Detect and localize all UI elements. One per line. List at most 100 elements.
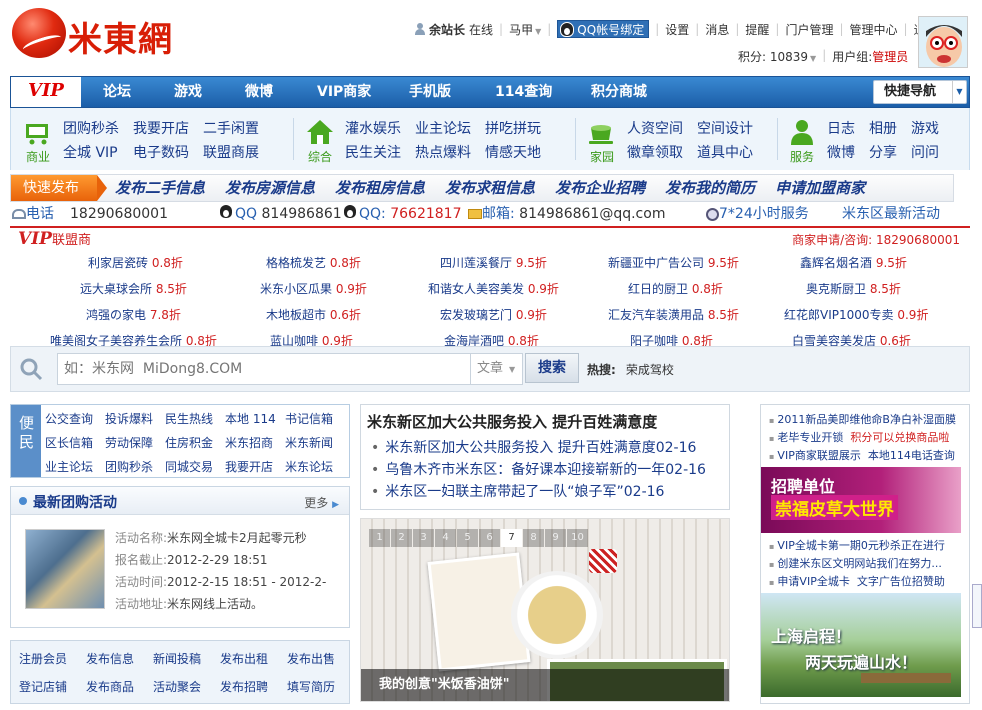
merchant-link[interactable]: 奥克斯厨卫 8.5折: [806, 280, 901, 297]
slider-page[interactable]: 10: [567, 529, 588, 547]
more-link[interactable]: 更多 ▶: [304, 494, 339, 511]
quick-action-link[interactable]: 发布出租: [220, 645, 287, 673]
sidebar-link[interactable]: 老毕专业开锁: [777, 431, 843, 444]
site-logo[interactable]: 米東網: [10, 6, 200, 60]
link-portal-admin[interactable]: 门户管理: [785, 21, 833, 38]
latest-activity-link[interactable]: 米东区最新活动: [842, 204, 940, 224]
nav-item-weibo[interactable]: 微博: [245, 77, 273, 107]
quick-nav-button[interactable]: 快捷导航 ▼: [873, 80, 967, 104]
category-label[interactable]: 综合: [305, 148, 335, 165]
category-label[interactable]: 服务: [787, 148, 817, 165]
merchant-link[interactable]: 米东小区瓜果 0.9折: [260, 280, 367, 297]
slider-page[interactable]: 5: [457, 529, 478, 547]
cat-link[interactable]: 电子数码: [133, 142, 189, 166]
link-reminders[interactable]: 提醒: [745, 21, 769, 38]
cat-link[interactable]: 问问: [911, 142, 939, 166]
news-item[interactable]: 米东新区加大公共服务投入 提升百姓满意度02-16: [371, 437, 706, 459]
merchant-link[interactable]: 和谐女人美容美发 0.9折: [428, 280, 559, 297]
cat-link[interactable]: 业主论坛: [415, 118, 471, 142]
merchant-link[interactable]: 汇友汽车装潢用品 8.5折: [608, 306, 739, 323]
merchant-link[interactable]: 阳子咖啡 0.8折: [630, 332, 713, 346]
convenience-link[interactable]: 米东招商: [225, 431, 285, 455]
nav-item-forum[interactable]: 论坛: [103, 77, 131, 107]
slider-page[interactable]: 8: [523, 529, 544, 547]
convenience-link[interactable]: 劳动保障: [105, 431, 165, 455]
sidebar-link[interactable]: VIP全城卡第一期0元秒杀正在进行: [769, 537, 944, 553]
convenience-link[interactable]: 区长信箱: [45, 431, 105, 455]
sidebar-link[interactable]: VIP商家联盟展示: [777, 449, 860, 462]
quick-action-link[interactable]: 发布出售: [287, 645, 354, 673]
slider-page[interactable]: 3: [413, 529, 434, 547]
merchant-link[interactable]: 木地板超市 0.6折: [266, 306, 361, 323]
search-type-select[interactable]: 文章 ▼: [471, 353, 523, 385]
score-dropdown[interactable]: 积分: 10839 ▼: [738, 48, 816, 65]
slider-page[interactable]: 9: [545, 529, 566, 547]
publish-link[interactable]: 发布租房信息: [335, 175, 425, 201]
publish-link[interactable]: 申请加盟商家: [775, 175, 865, 201]
floating-side-tab[interactable]: [972, 584, 982, 628]
link-messages[interactable]: 消息: [705, 21, 729, 38]
convenience-link[interactable]: 我要开店: [225, 455, 285, 479]
sidebar-link[interactable]: 申请VIP全城卡: [777, 575, 849, 588]
nav-item-points-mall[interactable]: 积分商城: [591, 77, 647, 107]
sidebar-link[interactable]: 创建米东区文明网站我们在努力...: [769, 555, 942, 571]
avatar[interactable]: [918, 16, 968, 68]
recruit-ad-banner[interactable]: 招聘单位 崇福皮草大世界: [761, 467, 961, 533]
cat-link[interactable]: 相册: [869, 118, 897, 142]
convenience-link[interactable]: 同城交易: [165, 455, 225, 479]
cat-link[interactable]: 热点爆料: [415, 142, 471, 166]
category-label[interactable]: 家园: [587, 148, 617, 165]
nav-item-games[interactable]: 游戏: [174, 77, 202, 107]
slider-page-active[interactable]: 7: [501, 529, 522, 547]
convenience-link[interactable]: 书记信箱: [285, 407, 345, 431]
cat-link[interactable]: 我要开店: [133, 118, 189, 142]
publish-link[interactable]: 发布二手信息: [115, 175, 205, 201]
cat-link[interactable]: 空间设计: [697, 118, 753, 142]
cat-link[interactable]: 人资空间: [627, 118, 683, 142]
cat-link[interactable]: 道具中心: [697, 142, 753, 166]
news-item[interactable]: 乌鲁木齐市米东区：备好课本迎接崭新的一年02-16: [371, 459, 706, 481]
cat-link[interactable]: 分享: [869, 142, 897, 166]
link-settings[interactable]: 设置: [665, 21, 689, 38]
convenience-link[interactable]: 米东论坛: [285, 455, 345, 479]
convenience-link[interactable]: 公交查询: [45, 407, 105, 431]
cat-link[interactable]: 微博: [827, 142, 855, 166]
slider-page[interactable]: 2: [391, 529, 412, 547]
quick-action-link[interactable]: 发布信息: [86, 645, 153, 673]
cat-link[interactable]: 日志: [827, 118, 855, 142]
quick-action-link[interactable]: 活动聚会: [153, 673, 220, 701]
merchant-link[interactable]: 鸿强の家电 7.8折: [86, 306, 181, 323]
category-label[interactable]: 商业: [23, 148, 53, 165]
merchant-link[interactable]: 鑫辉名烟名酒 9.5折: [800, 254, 907, 271]
convenience-link[interactable]: 业主论坛: [45, 455, 105, 479]
link-admin-center[interactable]: 管理中心: [850, 21, 898, 38]
hot-word-link[interactable]: 荣成驾校: [626, 363, 674, 377]
search-button[interactable]: 搜索: [525, 353, 579, 383]
qq1-item[interactable]: QQ 814986861: [220, 204, 342, 224]
cat-link[interactable]: 民生关注: [345, 142, 401, 166]
publish-link[interactable]: 发布求租信息: [445, 175, 535, 201]
sidebar-link[interactable]: 本地114电话查询: [868, 449, 955, 462]
group-value[interactable]: 管理员: [872, 48, 908, 65]
travel-ad-banner[interactable]: 上海启程！ 两天玩遍山水！: [761, 593, 961, 697]
merchant-link[interactable]: 利家居瓷砖 0.8折: [88, 254, 183, 271]
quick-action-link[interactable]: 新闻投稿: [153, 645, 220, 673]
info-value[interactable]: 米东网全城卡2月起零元秒: [167, 531, 307, 545]
image-slider[interactable]: 1 2 3 4 5 6 7 8 9 10 我的创意"米饭香油饼": [360, 518, 730, 702]
news-headline[interactable]: 米东新区加大公共服务投入 提升百姓满意度: [367, 411, 657, 432]
sidebar-link[interactable]: 2011新品美即维他命B净白补湿面膜: [769, 411, 956, 427]
merchant-link[interactable]: 新疆亚中广告公司 9.5折: [608, 254, 739, 271]
merchant-link[interactable]: 格格梳发艺 0.8折: [266, 254, 361, 271]
merchant-link[interactable]: 四川莲溪餐厅 9.5折: [440, 254, 547, 271]
news-item[interactable]: 米东区一妇联主席带起了一队“娘子军”02-16: [371, 481, 706, 503]
cat-link[interactable]: 灌水娱乐: [345, 118, 401, 142]
nav-vip-logo[interactable]: VIP: [11, 77, 81, 107]
merchant-link[interactable]: 唯美阁女子美容养生会所 0.8折: [50, 332, 217, 346]
cat-link[interactable]: 徽章领取: [627, 142, 683, 166]
group-buy-image[interactable]: [25, 529, 105, 609]
quick-action-link[interactable]: 发布招聘: [220, 673, 287, 701]
quick-action-link[interactable]: 填写简历: [287, 673, 354, 701]
cat-link[interactable]: 拼吃拼玩: [485, 118, 541, 142]
nav-item-vip-merchants[interactable]: VIP商家: [317, 77, 371, 107]
convenience-link[interactable]: 投诉爆料: [105, 407, 165, 431]
